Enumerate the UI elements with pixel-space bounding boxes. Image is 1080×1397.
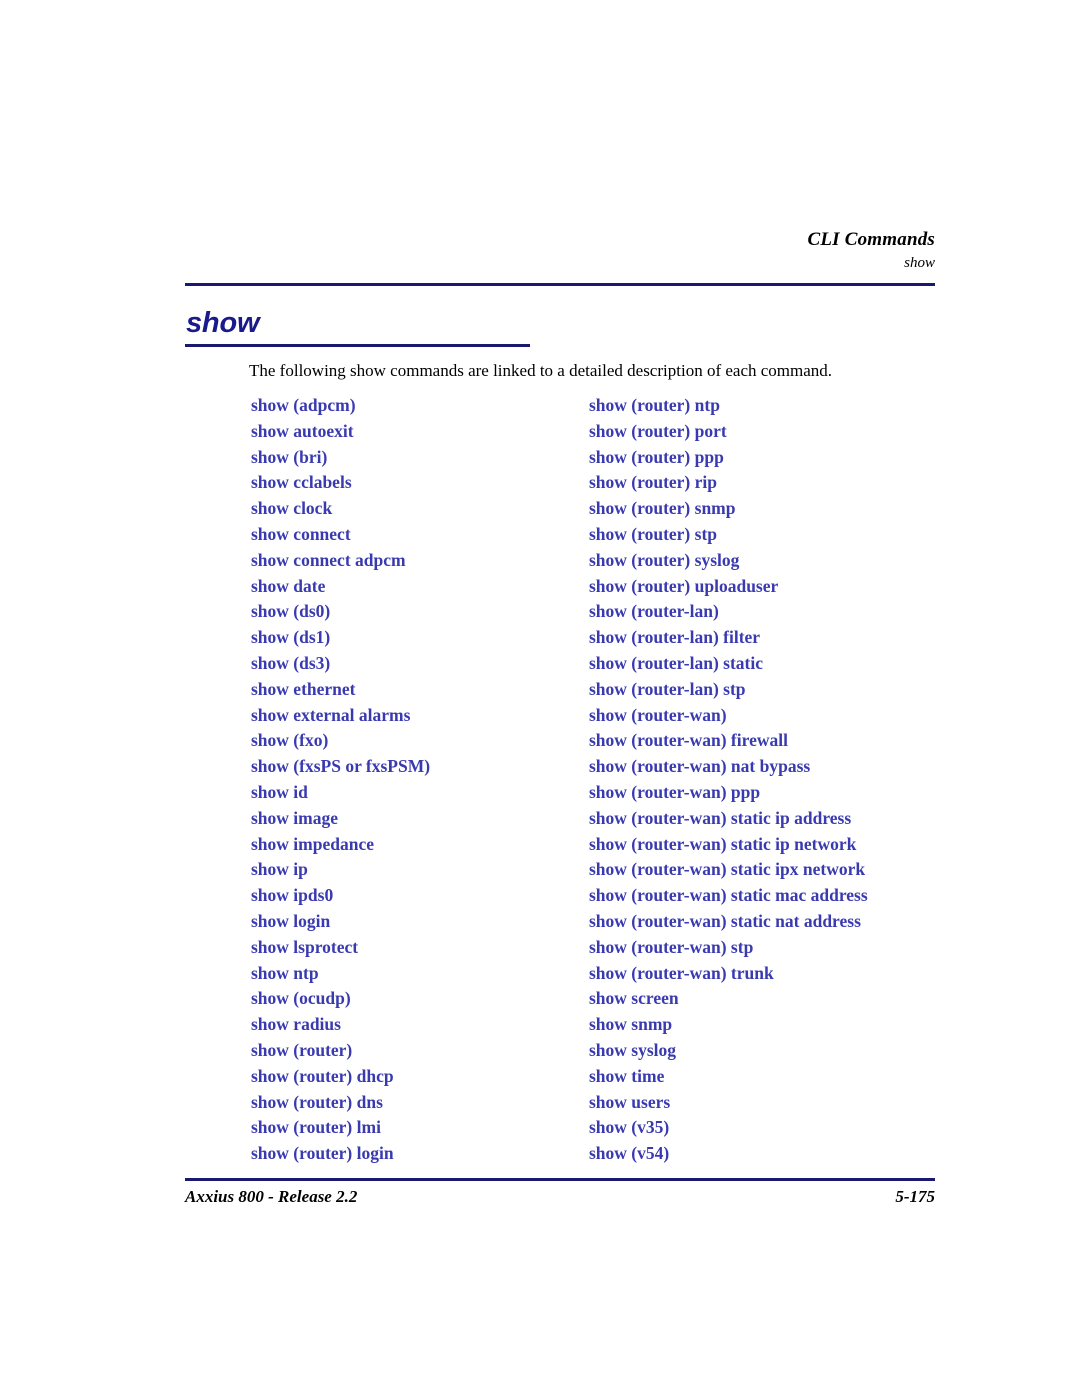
command-link[interactable]: show (router-wan) static ipx network [589, 857, 939, 883]
command-link[interactable]: show ntp [251, 961, 581, 987]
command-link[interactable]: show (ds1) [251, 625, 581, 651]
command-link[interactable]: show (router-wan) [589, 703, 939, 729]
command-link[interactable]: show lsprotect [251, 935, 581, 961]
command-link[interactable]: show (router-lan) [589, 599, 939, 625]
command-link[interactable]: show (fxsPS or fxsPSM) [251, 754, 581, 780]
header-rule [185, 283, 935, 286]
command-link[interactable]: show (router-wan) static mac address [589, 883, 939, 909]
command-link[interactable]: show (router-wan) static ip address [589, 806, 939, 832]
command-link[interactable]: show impedance [251, 832, 581, 858]
command-link[interactable]: show ethernet [251, 677, 581, 703]
command-link[interactable]: show connect adpcm [251, 548, 581, 574]
document-page: CLI Commands show show The following sho… [0, 0, 1080, 1397]
command-link[interactable]: show (router-lan) filter [589, 625, 939, 651]
page-footer: Axxius 800 - Release 2.2 5-175 [185, 1186, 935, 1210]
command-link[interactable]: show syslog [589, 1038, 939, 1064]
command-link[interactable]: show image [251, 806, 581, 832]
command-link[interactable]: show (router) [251, 1038, 581, 1064]
command-link[interactable]: show cclabels [251, 470, 581, 496]
command-link[interactable]: show (ocudp) [251, 986, 581, 1012]
command-link[interactable]: show (router) uploaduser [589, 574, 939, 600]
heading-rule [185, 344, 530, 347]
command-link[interactable]: show ipds0 [251, 883, 581, 909]
command-link[interactable]: show (router) lmi [251, 1115, 581, 1141]
command-link[interactable]: show radius [251, 1012, 581, 1038]
command-link-column-left: show (adpcm) show autoexit show (bri) show … [251, 393, 581, 1167]
command-link[interactable]: show (fxo) [251, 728, 581, 754]
footer-rule [185, 1178, 935, 1181]
command-link[interactable]: show (v54) [589, 1141, 939, 1167]
command-link[interactable]: show connect [251, 522, 581, 548]
command-link[interactable]: show (router-wan) ppp [589, 780, 939, 806]
command-link[interactable]: show (router-wan) static nat address [589, 909, 939, 935]
command-link[interactable]: show (router) stp [589, 522, 939, 548]
command-link[interactable]: show (router-lan) stp [589, 677, 939, 703]
running-head-subtitle: show [904, 255, 935, 271]
intro-paragraph: The following show commands are linked t… [249, 361, 833, 380]
command-link[interactable]: show clock [251, 496, 581, 522]
command-link[interactable]: show (router) dhcp [251, 1064, 581, 1090]
footer-page-number: 5-175 [895, 1187, 935, 1206]
command-link[interactable]: show (router) dns [251, 1090, 581, 1116]
command-link[interactable]: show (router-wan) nat bypass [589, 754, 939, 780]
command-link[interactable]: show snmp [589, 1012, 939, 1038]
command-link[interactable]: show (router) ntp [589, 393, 939, 419]
command-link[interactable]: show (router-lan) static [589, 651, 939, 677]
command-link[interactable]: show (router-wan) static ip network [589, 832, 939, 858]
command-link[interactable]: show id [251, 780, 581, 806]
running-head-title: CLI Commands [807, 229, 935, 250]
command-link[interactable]: show time [589, 1064, 939, 1090]
running-head: CLI Commands show [185, 228, 935, 273]
command-link[interactable]: show external alarms [251, 703, 581, 729]
command-link[interactable]: show (ds0) [251, 599, 581, 625]
command-link[interactable]: show (router) ppp [589, 445, 939, 471]
page-title: show [186, 307, 260, 339]
command-link[interactable]: show (router-wan) stp [589, 935, 939, 961]
command-link[interactable]: show (router-wan) trunk [589, 961, 939, 987]
command-link[interactable]: show ip [251, 857, 581, 883]
command-link[interactable]: show date [251, 574, 581, 600]
footer-product-label: Axxius 800 - Release 2.2 [185, 1187, 358, 1206]
command-link[interactable]: show users [589, 1090, 939, 1116]
command-link[interactable]: show (bri) [251, 445, 581, 471]
command-link[interactable]: show (router) login [251, 1141, 581, 1167]
command-link[interactable]: show (adpcm) [251, 393, 581, 419]
command-link[interactable]: show (router-wan) firewall [589, 728, 939, 754]
command-link[interactable]: show (ds3) [251, 651, 581, 677]
command-link[interactable]: show screen [589, 986, 939, 1012]
command-link[interactable]: show (v35) [589, 1115, 939, 1141]
command-link[interactable]: show (router) port [589, 419, 939, 445]
command-link[interactable]: show login [251, 909, 581, 935]
command-link[interactable]: show (router) snmp [589, 496, 939, 522]
command-link[interactable]: show (router) syslog [589, 548, 939, 574]
command-link[interactable]: show (router) rip [589, 470, 939, 496]
command-link[interactable]: show autoexit [251, 419, 581, 445]
command-link-column-right: show (router) ntp show (router) port show … [589, 393, 939, 1167]
